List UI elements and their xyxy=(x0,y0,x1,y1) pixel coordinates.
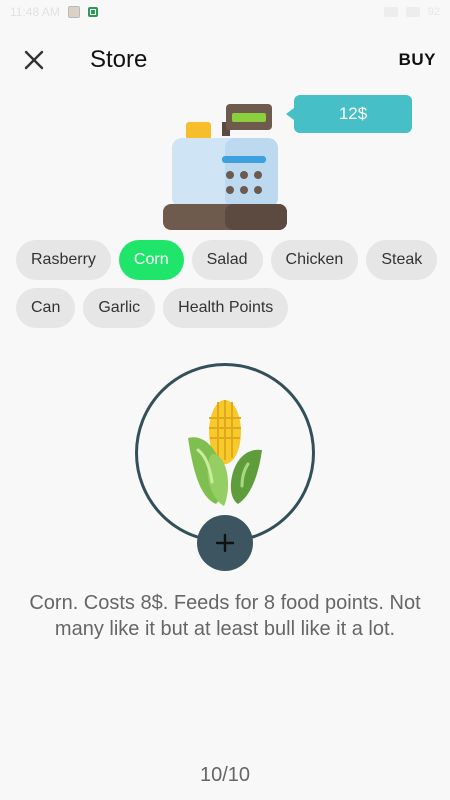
signal-icon xyxy=(405,7,420,17)
page-indicator: 10/10 xyxy=(199,764,251,786)
buy-button[interactable]: BUY xyxy=(399,50,436,70)
chip-steak[interactable]: Steak xyxy=(366,240,438,280)
close-button[interactable] xyxy=(16,42,52,78)
status-bar: 11:48 AM 92 xyxy=(0,0,450,24)
close-icon xyxy=(24,50,44,70)
chip-salad[interactable]: Salad xyxy=(191,240,263,280)
corn-icon xyxy=(188,400,262,506)
chip-health-points[interactable]: Health Points xyxy=(163,288,289,328)
store-screen: 11:48 AM 92 Store BUY 12$ Rasberry Corn … xyxy=(0,0,450,800)
chip-can[interactable]: Can xyxy=(16,288,76,328)
gallery-notification-icon xyxy=(67,6,80,18)
chip-corn[interactable]: Corn xyxy=(118,240,184,280)
price-bubble: 12$ xyxy=(286,95,412,133)
app-bar: Store BUY xyxy=(0,32,450,88)
page-title: Store xyxy=(90,46,148,73)
chip-rasberry[interactable]: Rasberry xyxy=(16,240,111,280)
add-to-cart-button[interactable] xyxy=(197,515,253,571)
chip-chicken[interactable]: Chicken xyxy=(270,240,359,280)
product-description: Corn. Costs 8$. Feeds for 8 food points.… xyxy=(29,592,421,640)
check-notification-icon xyxy=(87,7,98,17)
status-time: 11:48 AM xyxy=(10,5,60,19)
battery-level: 92 xyxy=(427,6,440,18)
chip-garlic[interactable]: Garlic xyxy=(83,288,156,328)
status-left: 11:48 AM xyxy=(10,5,98,19)
cash-register-illustration xyxy=(163,104,287,230)
wifi-icon xyxy=(383,7,398,17)
item-chip-group: Rasberry Corn Salad Chicken Steak Can Garlic He… xyxy=(16,240,440,328)
status-right: 92 xyxy=(383,6,440,18)
plus-icon xyxy=(215,533,235,553)
